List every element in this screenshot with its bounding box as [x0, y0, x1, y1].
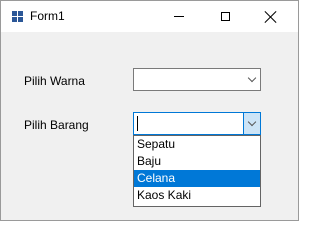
- minimize-button[interactable]: [156, 1, 202, 32]
- warna-combobox[interactable]: [133, 68, 261, 91]
- close-icon: [265, 11, 277, 23]
- barang-combobox[interactable]: [133, 112, 261, 135]
- form-icon: [12, 11, 23, 22]
- form-window: Form1 Pilih Warna Pilih Barang Sepatu Ba…: [0, 0, 299, 221]
- barang-dropdown-button[interactable]: [243, 113, 260, 134]
- pilih-barang-label: Pilih Barang: [24, 118, 89, 132]
- window-title: Form1: [30, 9, 65, 23]
- title-bar[interactable]: Form1: [1, 1, 298, 32]
- dropdown-option[interactable]: Baju: [134, 153, 260, 170]
- warna-dropdown-button[interactable]: [243, 69, 260, 90]
- minimize-icon: [174, 16, 184, 17]
- text-caret: [137, 116, 138, 131]
- maximize-button[interactable]: [202, 1, 248, 32]
- dropdown-option[interactable]: Sepatu: [134, 136, 260, 153]
- dropdown-option[interactable]: Kaos Kaki: [134, 187, 260, 204]
- barang-dropdown-list: Sepatu Baju Celana Kaos Kaki: [133, 135, 261, 207]
- close-button[interactable]: [248, 1, 294, 32]
- maximize-icon: [220, 12, 230, 21]
- chevron-down-icon: [247, 73, 256, 82]
- chevron-down-icon: [247, 117, 257, 126]
- pilih-warna-label: Pilih Warna: [24, 74, 85, 88]
- dropdown-option-highlighted[interactable]: Celana: [134, 170, 260, 187]
